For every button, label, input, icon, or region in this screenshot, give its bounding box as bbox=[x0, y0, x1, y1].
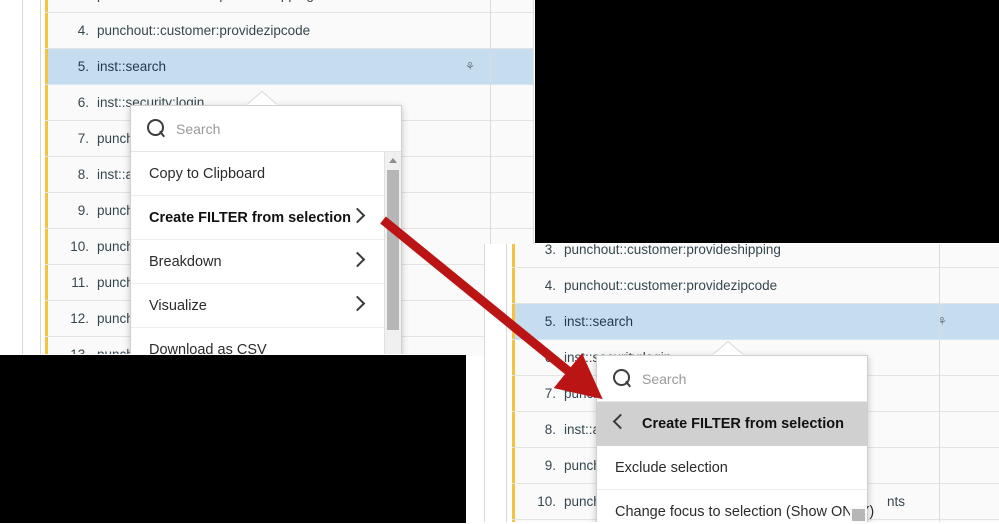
menu-item-label: Visualize bbox=[149, 298, 207, 314]
row-accent-bar bbox=[512, 484, 515, 519]
table-row[interactable]: 5. inst::search ⚘ bbox=[512, 304, 999, 340]
menu-item-label: Change focus to selection (Show ONLY) bbox=[615, 504, 875, 520]
search-icon bbox=[147, 119, 164, 136]
table-row[interactable]: 5. inst::search ⚘ bbox=[45, 49, 535, 85]
row-index: 11. bbox=[71, 275, 89, 290]
row-index: 6. bbox=[77, 95, 89, 110]
row-accent-bar bbox=[45, 193, 48, 228]
row-accent-bar bbox=[45, 85, 48, 120]
row-label: punchout::customer:providezipcode bbox=[564, 278, 778, 293]
scroll-up-arrow-icon[interactable] bbox=[389, 158, 397, 163]
row-accent-bar bbox=[512, 376, 515, 411]
chevron-right-icon[interactable] bbox=[349, 295, 366, 312]
row-index: 10. bbox=[537, 494, 556, 509]
chevron-right-icon[interactable] bbox=[349, 207, 366, 224]
menu-scrollbar-right[interactable] bbox=[850, 506, 867, 522]
menu-item[interactable]: Copy to Clipboard bbox=[131, 152, 401, 196]
row-accent-bar bbox=[45, 13, 48, 48]
row-index: 7. bbox=[544, 386, 556, 401]
context-menu-pointer-right bbox=[713, 342, 743, 355]
row-accent-bar bbox=[512, 304, 515, 339]
row-label: inst::search bbox=[564, 314, 634, 329]
row-accent-bar bbox=[45, 121, 48, 156]
row-label: punchout::customer:provideshipping bbox=[97, 0, 314, 12]
row-label: inst::search bbox=[97, 59, 167, 74]
row-index: 5. bbox=[544, 314, 556, 329]
row-accent-bar bbox=[512, 268, 515, 303]
row-index: 10. bbox=[70, 239, 89, 254]
row-accent-bar bbox=[45, 49, 48, 84]
menu-item[interactable]: Download as CSV bbox=[131, 328, 401, 356]
row-index: 4. bbox=[544, 278, 556, 293]
left-screenshot-panel: 3. punchout::customer:provideshipping4. pu… bbox=[0, 0, 535, 356]
table-row[interactable]: 3. punchout::customer:provideshipping bbox=[45, 0, 535, 13]
menu-header-label: Create FILTER from selection bbox=[642, 416, 844, 432]
row-index: 8. bbox=[77, 167, 89, 182]
row-index: 3. bbox=[544, 244, 556, 257]
redaction-block-bottom-left bbox=[0, 354, 467, 524]
row-index: 9. bbox=[544, 458, 556, 473]
chart-settings-icon[interactable]: ⚘ bbox=[465, 49, 475, 85]
chevron-left-icon[interactable] bbox=[612, 413, 629, 430]
search-icon bbox=[613, 369, 630, 386]
row-index: 12. bbox=[70, 311, 89, 326]
scrollbar-thumb[interactable] bbox=[387, 170, 399, 330]
menu-search-placeholder-2[interactable]: Search bbox=[642, 356, 686, 402]
menu-item[interactable]: Breakdown bbox=[131, 240, 401, 284]
row-index: 8. bbox=[544, 422, 556, 437]
row-label-tail: nts bbox=[887, 494, 906, 509]
chevron-right-icon[interactable] bbox=[349, 251, 366, 268]
row-label: punchout::customer:provideshipping bbox=[564, 244, 781, 257]
menu-scrollbar-left[interactable] bbox=[384, 152, 401, 356]
menu-item-label: Copy to Clipboard bbox=[149, 166, 266, 182]
menu-item-label: Create FILTER from selection bbox=[149, 210, 351, 226]
menu-header-create-filter[interactable]: Create FILTER from selection bbox=[597, 402, 867, 446]
menu-item-label: Breakdown bbox=[149, 254, 222, 270]
menu-search-placeholder[interactable]: Search bbox=[176, 106, 220, 152]
row-index: 7. bbox=[77, 131, 89, 146]
menu-item[interactable]: Visualize bbox=[131, 284, 401, 328]
menu-item[interactable]: Change focus to selection (Show ONLY) bbox=[597, 490, 874, 522]
row-label: punchout::customer:providezipcode bbox=[97, 23, 311, 38]
context-menu-level-1[interactable]: Search Copy to Clipboard Create FILTER fr… bbox=[130, 105, 402, 356]
table-row[interactable]: 4. punchout::customer:providezipcode bbox=[512, 268, 999, 304]
row-index: 9. bbox=[77, 203, 89, 218]
context-menu-pointer-left bbox=[247, 92, 277, 105]
row-accent-bar bbox=[512, 244, 515, 267]
scrollbar-thumb-2[interactable] bbox=[852, 509, 865, 521]
row-accent-bar bbox=[512, 448, 515, 483]
column-separator-right bbox=[939, 244, 940, 522]
row-accent-bar bbox=[45, 229, 48, 264]
row-index: 3. bbox=[59, 0, 89, 12]
redaction-block-top-right bbox=[534, 0, 999, 244]
table-row[interactable]: 3. punchout::customer:provideshipping bbox=[512, 244, 999, 268]
table-row[interactable]: 4. punchout::customer:providezipcode bbox=[45, 13, 535, 49]
menu-search-row-2[interactable]: Search bbox=[597, 356, 867, 402]
right-screenshot-panel: 3. punchout::customer:provideshipping4. pu… bbox=[484, 244, 999, 522]
row-accent-bar bbox=[45, 0, 48, 12]
menu-item[interactable]: Exclude selection bbox=[597, 446, 867, 490]
menu-item-label: Download as CSV bbox=[149, 342, 267, 356]
row-accent-bar bbox=[45, 157, 48, 192]
row-index: 4. bbox=[77, 23, 89, 38]
menu-item[interactable]: Create FILTER from selection bbox=[131, 196, 401, 240]
row-index: 5. bbox=[77, 59, 89, 74]
menu-item-label: Exclude selection bbox=[615, 460, 728, 476]
menu-search-row[interactable]: Search bbox=[131, 106, 401, 152]
row-index: 6. bbox=[544, 350, 556, 365]
row-accent-bar bbox=[45, 301, 48, 336]
row-accent-bar bbox=[512, 412, 515, 447]
row-accent-bar bbox=[512, 340, 515, 375]
row-accent-bar bbox=[45, 265, 48, 300]
context-menu-level-2[interactable]: Search Create FILTER from selection Excl… bbox=[596, 355, 874, 522]
